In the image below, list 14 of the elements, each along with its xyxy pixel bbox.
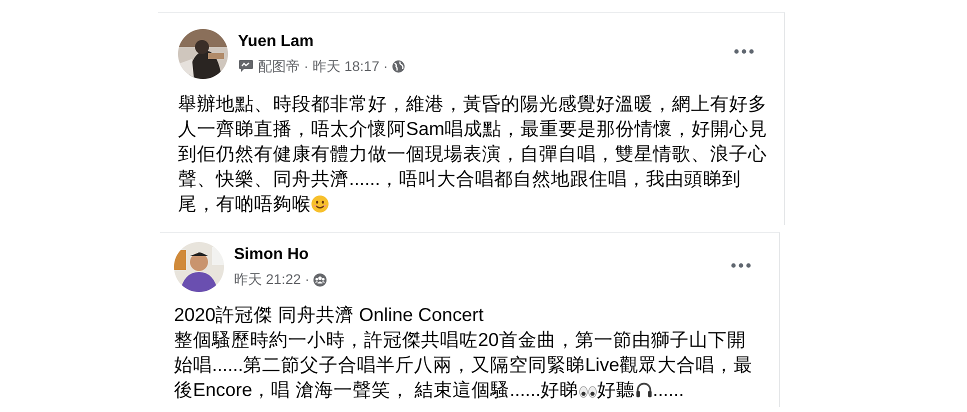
post-text: 舉辦地點、時段都非常好，維港，黃昏的陽光感覺好溫暖，網上有好多人一齊睇直播，唔太介懷阿Sam唱成點，最重要是那份情懷，好開心見到佢仍然有健康有體力做一個現場表演，自彈自唱，雙星情歌、浪子心聲、快樂、同舟共濟......，唔叫大合唱都自然地跟住唱，我由頭睇到尾，有啲唔夠喉 [178, 92, 768, 216]
more-options-icon[interactable] [731, 263, 751, 268]
post-time[interactable]: 昨天 21:22 · [234, 270, 310, 288]
post-text: 整個騷歷時約一小時，許冠傑共唱咗20首金曲，第一節由獅子山下開始唱......第二節父子合唱半斤八兩，又隔空同緊睇Live觀眾大合唱，最後Encore，唱 滄海一聲笑， 結束這個騷......好睇 好聽 ...... [174, 328, 754, 402]
author-name[interactable]: Simon Ho [234, 246, 328, 264]
author-name[interactable]: Yuen Lam [238, 32, 405, 50]
more-options-icon[interactable] [734, 49, 754, 54]
post-time[interactable]: 配图帝 · 昨天 18:17 · [258, 58, 388, 76]
post-text: 2020許冠傑 同舟共濟 Online Concert [174, 303, 485, 327]
headphones-emoji-icon [634, 381, 653, 399]
globe-icon[interactable] [392, 60, 405, 73]
eyes-emoji-icon [578, 385, 597, 399]
friends-icon[interactable] [313, 272, 328, 286]
smiling-emoji-icon [311, 195, 329, 213]
